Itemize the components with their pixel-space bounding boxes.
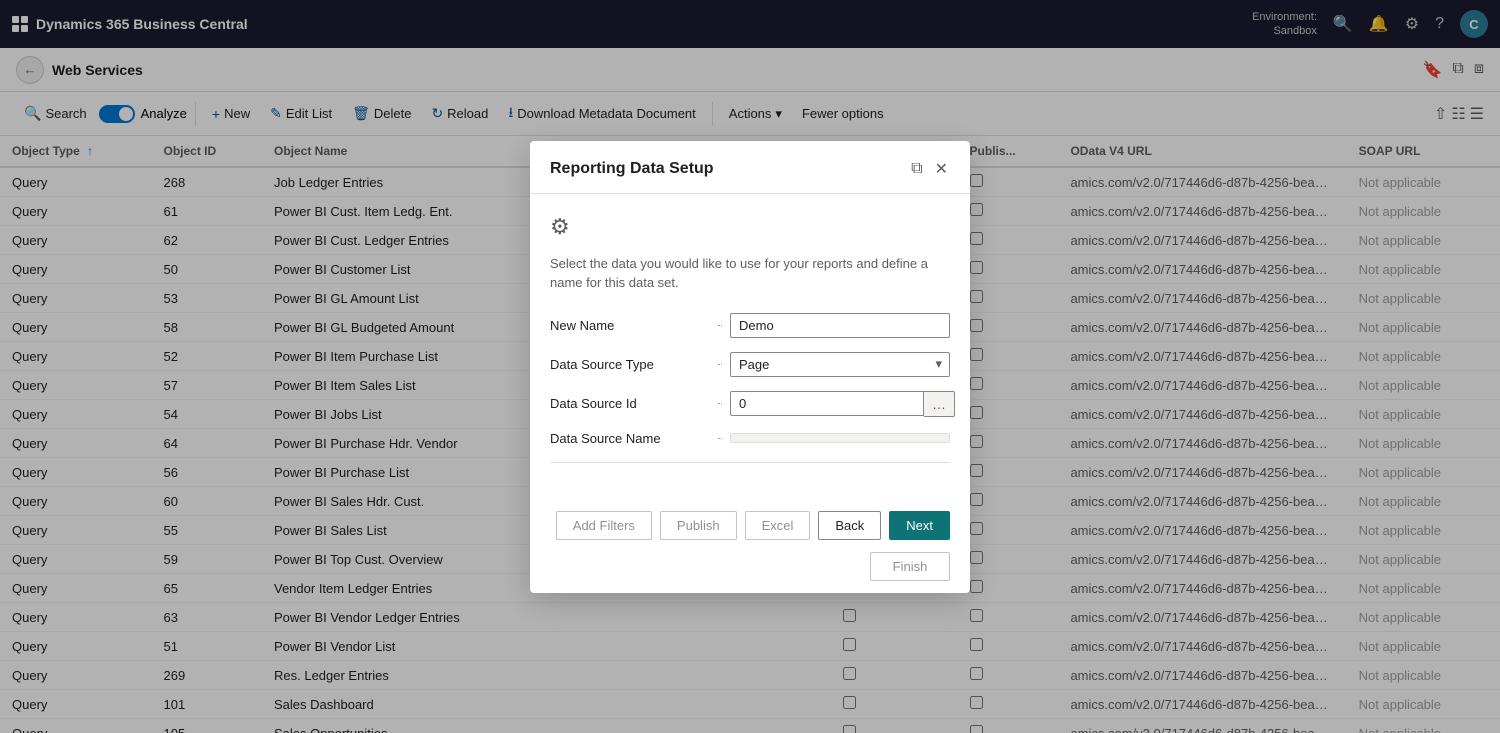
data-source-name-readonly: [730, 433, 950, 443]
new-name-row: New Name: [550, 313, 950, 338]
gear-icon-modal: ⚙: [550, 214, 950, 240]
next-button[interactable]: Next: [889, 511, 950, 540]
data-source-id-row: Data Source Id …: [550, 391, 950, 417]
modal-separator: [550, 462, 950, 463]
modal-body: ⚙ Select the data you would like to use …: [530, 194, 970, 499]
modal-close-button[interactable]: ✕: [933, 157, 950, 181]
reporting-data-setup-modal: Reporting Data Setup ⧉ ✕ ⚙ Select the da…: [530, 141, 970, 593]
data-source-type-select-wrap: Page Query Table ▾: [730, 352, 950, 377]
modal-title: Reporting Data Setup: [550, 160, 714, 178]
finish-button[interactable]: Finish: [870, 552, 950, 581]
data-source-id-label: Data Source Id: [550, 396, 710, 411]
data-source-type-label: Data Source Type: [550, 357, 710, 372]
data-source-type-row: Data Source Type Page Query Table ▾: [550, 352, 950, 377]
data-source-type-select[interactable]: Page Query Table: [730, 352, 950, 377]
publish-button[interactable]: Publish: [660, 511, 737, 540]
data-source-id-input[interactable]: [730, 391, 924, 416]
modal-description: Select the data you would like to use fo…: [550, 254, 950, 293]
modal-header-icons: ⧉ ✕: [909, 157, 950, 181]
data-source-name-row: Data Source Name: [550, 431, 950, 446]
back-button-modal[interactable]: Back: [818, 511, 881, 540]
modal-header: Reporting Data Setup ⧉ ✕: [530, 141, 970, 194]
new-name-label: New Name: [550, 318, 710, 333]
add-filters-button[interactable]: Add Filters: [556, 511, 652, 540]
data-source-id-lookup-button[interactable]: …: [924, 391, 955, 417]
data-source-id-wrap: …: [730, 391, 950, 417]
data-source-name-label: Data Source Name: [550, 431, 710, 446]
modal-expand-button[interactable]: ⧉: [909, 158, 924, 180]
new-name-input[interactable]: [730, 313, 950, 338]
modal-overlay: Reporting Data Setup ⧉ ✕ ⚙ Select the da…: [0, 0, 1500, 733]
excel-button[interactable]: Excel: [745, 511, 811, 540]
modal-footer: Add Filters Publish Excel Back Next Fini…: [530, 499, 970, 593]
